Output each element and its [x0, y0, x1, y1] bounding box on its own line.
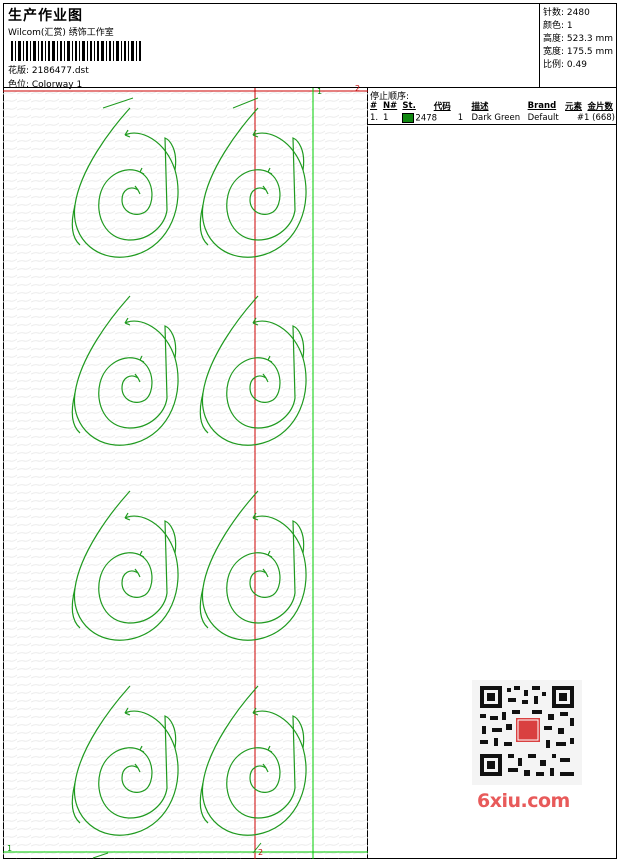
col-sequins: 金片数	[587, 102, 613, 112]
barcode	[11, 41, 141, 61]
col-brand: Brand	[527, 101, 557, 111]
production-worksheet: 生产作业图 Wilcom(汇赏) 绣饰工作室 花版: 2186477.dst 色…	[0, 0, 620, 861]
stats-panel: 针数: 2480 颜色: 1 高度: 523.3 mm 宽度: 175.5 mm…	[540, 3, 617, 88]
axis-label-bottom-left: 1	[7, 844, 13, 853]
stat-stitches: 针数: 2480	[543, 8, 590, 18]
axis-label-bottom-red: 2	[258, 848, 264, 857]
company-name: Wilcom(汇赏) 绣饰工作室	[8, 28, 114, 38]
design-file: 花版: 2186477.dst	[8, 66, 89, 76]
row-needle: 1	[380, 112, 401, 125]
table-header-row: # N# St. 代码 描述 Brand 元素 金片数	[368, 100, 617, 112]
row-stops: 1	[457, 113, 464, 124]
stop-sequence-table: # N# St. 代码 描述 Brand 元素 金片数 1. 1 2478 1	[368, 100, 617, 125]
row-description: Dark Green	[469, 112, 526, 125]
watermark-logo: 6xiu.com	[477, 790, 570, 812]
table-row: 1. 1 2478 1 Dark Green Default #1 (668)	[368, 112, 617, 125]
col-stops: St.	[402, 101, 416, 111]
row-elements: #1 (668)	[563, 112, 617, 125]
embroidery-preview	[3, 88, 368, 859]
header-info: 生产作业图 Wilcom(汇赏) 绣饰工作室 花版: 2186477.dst 色…	[3, 3, 540, 90]
stat-scale: 比例: 0.49	[543, 60, 587, 70]
col-number: #	[370, 101, 378, 111]
axis-label-top-red: 2	[355, 84, 361, 93]
stat-colors: 颜色: 1	[543, 21, 573, 31]
row-code: 2478	[415, 113, 438, 124]
axis-label-top-green: 1	[317, 87, 323, 96]
stat-width: 宽度: 175.5 mm	[543, 47, 614, 57]
color-swatch	[402, 112, 415, 123]
qr-code	[472, 680, 582, 785]
col-code: 代码	[433, 102, 451, 112]
col-needle: N#	[382, 101, 398, 111]
page-title: 生产作业图	[8, 8, 83, 24]
col-elements: 元素	[565, 102, 583, 112]
row-number: 1.	[368, 112, 381, 125]
col-description: 描述	[471, 102, 489, 112]
row-code-cell: 2478 1	[400, 112, 470, 125]
row-brand: Default	[525, 112, 564, 125]
design-preview: 2 1 1 2	[3, 84, 368, 859]
stat-height: 高度: 523.3 mm	[543, 34, 614, 44]
